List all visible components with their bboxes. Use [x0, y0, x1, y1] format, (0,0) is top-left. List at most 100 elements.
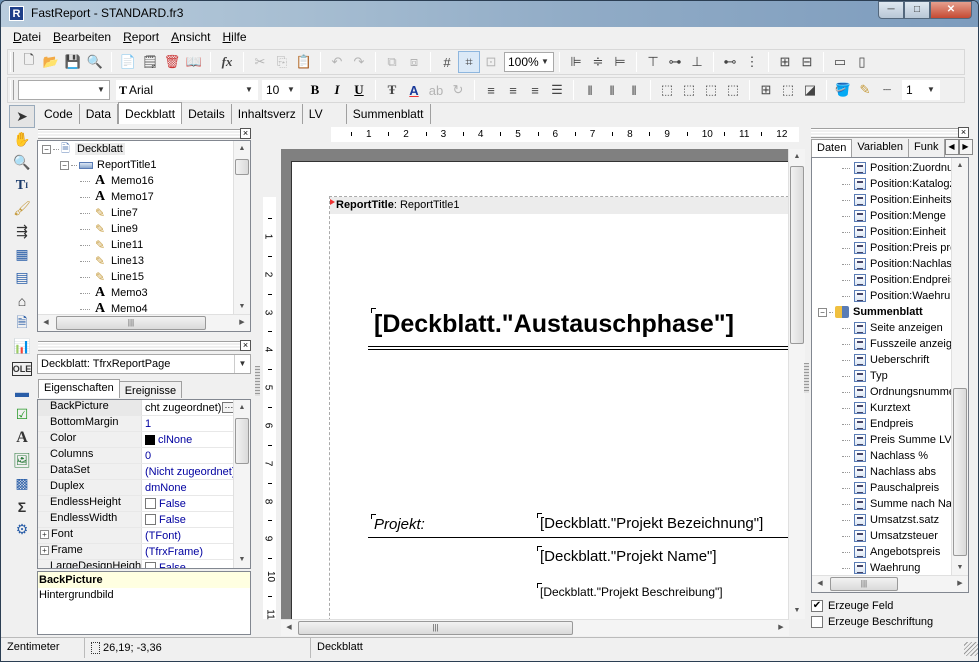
property-row[interactable]: EndlessHeight False	[38, 496, 250, 512]
align-bottom-icon[interactable]: ⊥	[686, 51, 708, 73]
text-align-center-icon[interactable]: ≡	[502, 79, 524, 101]
align-center-h-icon[interactable]: ≑	[587, 51, 609, 73]
collapse-icon[interactable]: −	[42, 144, 51, 154]
tab-eigenschaften[interactable]: Eigenschaften	[38, 379, 120, 398]
data-field-item[interactable]: Ordnungsnummer	[812, 384, 968, 400]
property-row[interactable]: EndlessWidth False	[38, 512, 250, 528]
tab-deckblatt[interactable]: Deckblatt	[118, 102, 183, 124]
tab-scroll-right-icon[interactable]: ▶	[958, 139, 973, 155]
data-tree-hscrollbar[interactable]: ◀ ||| ▶	[812, 575, 968, 592]
align-top-icon[interactable]: ⊤	[642, 51, 664, 73]
create-caption-checkbox[interactable]	[811, 616, 823, 628]
scroll-right-icon[interactable]: ▶	[234, 315, 250, 331]
property-row[interactable]: Columns 0	[38, 448, 250, 464]
tab-scroll-left-icon[interactable]: ◀	[944, 139, 959, 155]
property-vscrollbar[interactable]: ▲ ▼	[233, 400, 250, 568]
scroll-up-icon[interactable]: ▲	[234, 400, 250, 416]
scroll-up-icon[interactable]: ▲	[789, 149, 805, 165]
tab-details[interactable]: Details	[182, 104, 232, 124]
select-tool-icon[interactable]: ➤	[9, 105, 35, 128]
data-field-item[interactable]: Summe nach Nacl	[812, 496, 968, 512]
frame-width-combo[interactable]: 1 ▼	[902, 80, 940, 100]
scroll-up-icon[interactable]: ▲	[234, 141, 250, 157]
data-tree-vscrollbar[interactable]: ▲ ▼	[951, 158, 968, 576]
sum-icon[interactable]: Σ	[9, 495, 35, 518]
scroll-down-icon[interactable]: ▼	[952, 560, 968, 576]
ungroup-icon[interactable]: ⧈	[403, 51, 425, 73]
close-button[interactable]: ✕	[930, 1, 972, 19]
title-memo[interactable]: [Deckblatt."Austauschphase"]	[371, 308, 734, 339]
minimize-button[interactable]: ─	[878, 1, 904, 19]
data-field-item[interactable]: Waehrung	[812, 560, 968, 576]
tree-node[interactable]: ✎ Line7	[42, 205, 250, 221]
frame-all-icon[interactable]: ⊞	[755, 79, 777, 101]
font-size-combo[interactable]: 10 ▼	[262, 80, 300, 100]
menu-hilfe[interactable]: Hilfe	[217, 28, 253, 48]
data-field-item[interactable]: Position:Nachlass	[812, 256, 968, 272]
redo-icon[interactable]: ↷	[348, 51, 370, 73]
property-row[interactable]: Color clNone	[38, 432, 250, 448]
scroll-down-icon[interactable]: ▼	[234, 552, 250, 568]
data-field-item[interactable]: Position:Einheit	[812, 224, 968, 240]
resize-grip-icon[interactable]	[964, 642, 978, 656]
collapse-icon[interactable]: −	[60, 160, 69, 170]
scroll-thumb[interactable]	[953, 388, 967, 556]
data-field-item[interactable]: Typ	[812, 368, 968, 384]
data-field-item[interactable]: Nachlass abs	[812, 464, 968, 480]
data-field-item[interactable]: Umsatzsteuer	[812, 528, 968, 544]
property-row[interactable]: BackPicture cht zugeordnet) ···	[38, 400, 250, 416]
data-field-item[interactable]: Position:Zuordnur	[812, 160, 968, 176]
frame-color-icon[interactable]: ✎	[854, 79, 876, 101]
hand-tool-icon[interactable]: ✋	[9, 128, 35, 151]
tree-node[interactable]: − 🗎 Deckblatt	[42, 141, 250, 157]
tab-ereignisse[interactable]: Ereignisse	[119, 381, 183, 398]
menu-ansicht[interactable]: Ansicht	[165, 28, 216, 48]
property-row[interactable]: Duplex dmNone	[38, 480, 250, 496]
data-field-item[interactable]: Angebotspreis	[812, 544, 968, 560]
property-row[interactable]: + Frame (TfrxFrame)	[38, 544, 250, 560]
scroll-left-icon[interactable]: ◀	[281, 620, 297, 636]
frame-style-icon[interactable]: ┈	[876, 79, 898, 101]
data-field-item[interactable]: Position:Einheitsp	[812, 192, 968, 208]
left-splitter[interactable]	[255, 366, 260, 396]
dataset-node[interactable]: − Summenblatt	[812, 304, 968, 320]
report-tree-header[interactable]: ×	[38, 128, 251, 139]
data-field-item[interactable]: Fusszeile anzeige	[812, 336, 968, 352]
scroll-thumb[interactable]	[235, 418, 249, 464]
page-settings-icon[interactable]: 📖	[183, 51, 205, 73]
property-row[interactable]: BottomMargin 1	[38, 416, 250, 432]
copy-icon[interactable]: ⎘	[271, 51, 293, 73]
valign-bottom-icon[interactable]: ‖	[623, 79, 645, 101]
checkbox[interactable]	[145, 514, 156, 525]
valign-center-icon[interactable]: ‖	[601, 79, 623, 101]
paste-icon[interactable]: 📋	[293, 51, 315, 73]
tab-summenblatt[interactable]: Summenblatt	[346, 104, 431, 124]
menu-report[interactable]: Report	[117, 28, 165, 48]
data-field-item[interactable]: Umsatzst.satz	[812, 512, 968, 528]
tab-data[interactable]: Data	[79, 104, 119, 124]
zoom-combo[interactable]: 100% ▼	[504, 52, 554, 72]
valign-top-icon[interactable]: ‖	[579, 79, 601, 101]
canvas-vscrollbar[interactable]: ▲ ▼	[788, 149, 805, 619]
create-field-option[interactable]: ✔ Erzeuge Feld	[811, 600, 893, 612]
align-to-grid-icon[interactable]: ⌗	[458, 51, 480, 73]
open-icon[interactable]: 📂	[40, 51, 62, 73]
align-left-icon[interactable]: ⊫	[565, 51, 587, 73]
maximize-button[interactable]: □	[904, 1, 930, 19]
rotate-text-icon[interactable]: ↻	[447, 79, 469, 101]
space-vertically-icon[interactable]: ⋮	[741, 51, 763, 73]
style-combo[interactable]: ▼	[18, 80, 110, 100]
report-page[interactable]: ReportTitle: ReportTitle1 [Deckblatt."Au…	[291, 161, 788, 619]
more-objects-icon[interactable]: ⚙	[9, 518, 35, 541]
highlight-icon[interactable]: ab	[425, 79, 447, 101]
data-field-item[interactable]: Pauschalpreis	[812, 480, 968, 496]
scroll-right-icon[interactable]: ▶	[952, 576, 968, 592]
tree-node[interactable]: A Memo3	[42, 285, 250, 301]
create-field-checkbox[interactable]: ✔	[811, 600, 823, 612]
scroll-left-icon[interactable]: ◀	[812, 576, 828, 592]
fit-to-grid-icon[interactable]: ⊡	[480, 51, 502, 73]
label-projekt[interactable]: Projekt:	[371, 514, 466, 533]
data-field-item[interactable]: Nachlass %	[812, 448, 968, 464]
data-field-item[interactable]: Endpreis	[812, 416, 968, 432]
data-field-item[interactable]: Preis Summe LVs	[812, 432, 968, 448]
